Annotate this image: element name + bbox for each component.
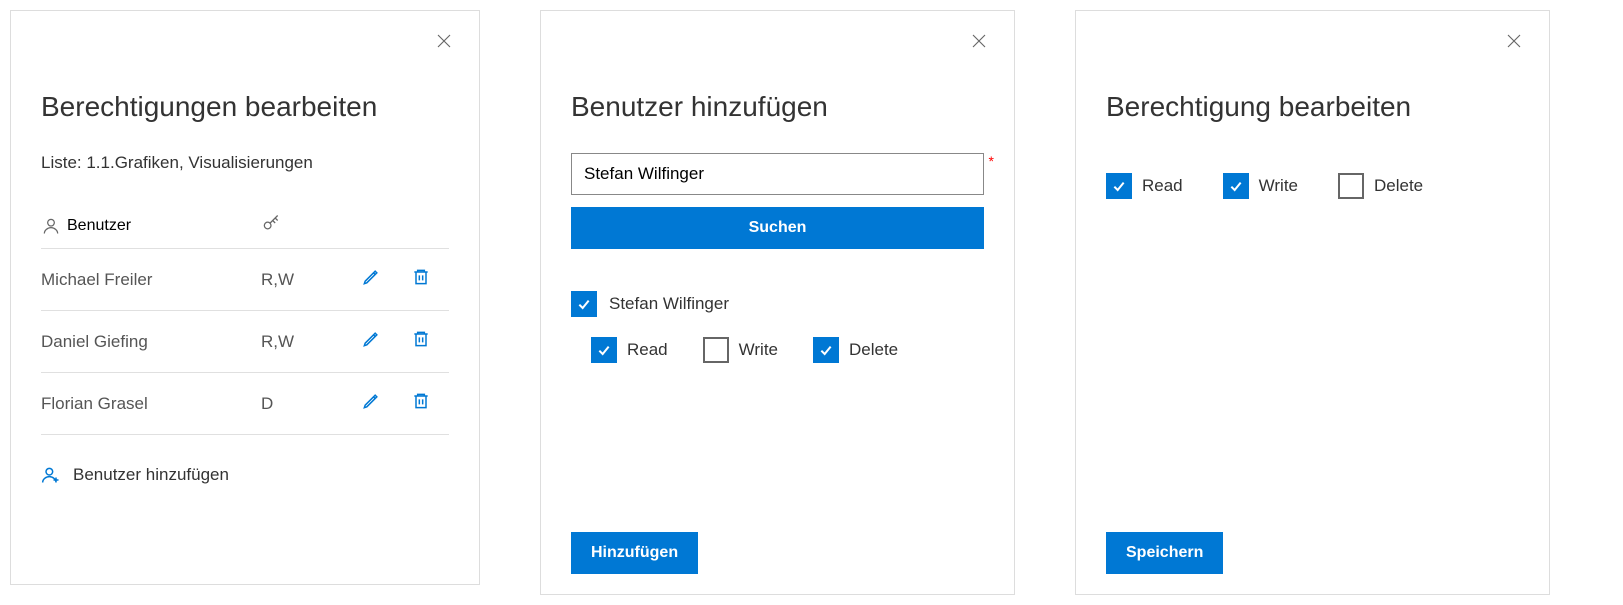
read-checkbox[interactable] [591,337,617,363]
user-name: Daniel Giefing [41,332,261,352]
panel-title: Berechtigung bearbeiten [1106,91,1519,123]
user-result-row: Stefan Wilfinger [571,291,984,317]
trash-icon [411,329,431,349]
write-label: Write [739,340,778,360]
delete-button[interactable] [401,267,441,292]
permissions-row: Read Write Delete [1106,173,1519,199]
search-input[interactable] [571,153,984,195]
delete-checkbox[interactable] [813,337,839,363]
add-user-link[interactable]: Benutzer hinzufügen [41,465,449,485]
required-indicator: * [989,153,994,169]
check-icon [1228,178,1244,194]
read-checkbox[interactable] [1106,173,1132,199]
close-button[interactable] [1499,26,1529,56]
pencil-icon [361,267,381,287]
write-checkbox[interactable] [703,337,729,363]
write-label: Write [1259,176,1298,196]
user-name: Florian Grasel [41,394,261,414]
list-subtitle: Liste: 1.1.Grafiken, Visualisierungen [41,153,449,173]
table-row: Daniel Giefing R,W [41,311,449,373]
table-row: Michael Freiler R,W [41,249,449,311]
edit-button[interactable] [341,329,401,354]
trash-icon [411,391,431,411]
pencil-icon [361,391,381,411]
delete-button[interactable] [401,391,441,416]
close-button[interactable] [964,26,994,56]
write-checkbox[interactable] [1223,173,1249,199]
add-user-icon [41,465,61,485]
close-icon [435,32,453,50]
check-icon [576,296,592,312]
close-button[interactable] [429,26,459,56]
check-icon [596,342,612,358]
save-button[interactable]: Speichern [1106,532,1223,574]
edit-permission-panel: Berechtigung bearbeiten Read Write Delet… [1075,10,1550,595]
check-icon [1111,178,1127,194]
edit-button[interactable] [341,267,401,292]
user-header-label: Benutzer [67,217,131,235]
close-icon [970,32,988,50]
user-icon [41,216,61,236]
user-permissions: R,W [261,332,341,352]
delete-label: Delete [849,340,898,360]
table-row: Florian Grasel D [41,373,449,435]
add-user-label: Benutzer hinzufügen [73,465,229,485]
add-button[interactable]: Hinzufügen [571,532,698,574]
user-name: Michael Freiler [41,270,261,290]
close-icon [1505,32,1523,50]
panel-title: Benutzer hinzufügen [571,91,984,123]
check-icon [818,342,834,358]
permissions-row: Read Write Delete [591,337,984,363]
table-header: Benutzer [41,203,449,249]
read-label: Read [1142,176,1183,196]
delete-checkbox[interactable] [1338,173,1364,199]
read-label: Read [627,340,668,360]
search-button[interactable]: Suchen [571,207,984,249]
trash-icon [411,267,431,287]
delete-button[interactable] [401,329,441,354]
user-result-name: Stefan Wilfinger [609,294,729,314]
delete-label: Delete [1374,176,1423,196]
user-permissions: D [261,394,341,414]
user-checkbox[interactable] [571,291,597,317]
pencil-icon [361,329,381,349]
panel-title: Berechtigungen bearbeiten [41,91,449,123]
user-permissions: R,W [261,270,341,290]
key-icon [261,213,281,233]
add-user-panel: Benutzer hinzufügen * Suchen Stefan Wilf… [540,10,1015,595]
edit-button[interactable] [341,391,401,416]
edit-permissions-panel: Berechtigungen bearbeiten Liste: 1.1.Gra… [10,10,480,585]
